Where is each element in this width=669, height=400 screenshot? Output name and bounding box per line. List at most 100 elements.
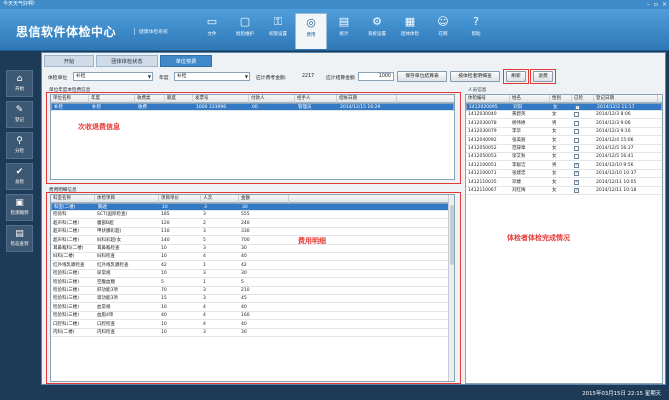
- table-cell: 1412100071: [468, 171, 497, 177]
- done-checkbox[interactable]: ✓: [574, 171, 579, 177]
- done-checkbox[interactable]: [574, 146, 579, 151]
- table-row[interactable]: 1412110067 刘红梅 女 ✓ 2014/12/11 10:18: [466, 187, 662, 195]
- brand-subtitle: 健康体检系统: [134, 28, 168, 35]
- table-cell: 杨伟婷: [512, 120, 526, 126]
- unit-label: 体检单位: [48, 76, 68, 81]
- sidebar-item-label: 总检: [15, 180, 24, 185]
- sidebar-item-register[interactable]: ✎ 登记: [6, 101, 33, 128]
- done-checkbox[interactable]: [574, 129, 579, 135]
- toolbar-label: 团体体检: [401, 32, 419, 37]
- column-header[interactable]: 登记日期: [594, 95, 658, 103]
- table-row[interactable]: 1412030079 李华 女 2014/12/3 9:10: [466, 128, 662, 137]
- table-row[interactable]: 1412040092 张美丽 女 2014/12/4 15:06: [466, 137, 662, 145]
- unit-select-value: 补检: [76, 74, 86, 79]
- total-amount-value: 2217: [302, 74, 315, 79]
- table-cell: 2014/12/4 15:06: [596, 137, 634, 143]
- table-cell: 女: [552, 146, 557, 151]
- column-header[interactable]: 体检编号: [466, 95, 510, 103]
- table-cell: 1412100051: [468, 162, 497, 168]
- table-cell: 女: [552, 137, 557, 143]
- toolbar-lock-button[interactable]: ⚿ 权限设置: [262, 13, 294, 49]
- done-checkbox[interactable]: [574, 120, 579, 126]
- toolbar-label: 费用: [306, 33, 316, 38]
- table-cell: 男: [552, 162, 557, 168]
- table-cell: [572, 153, 594, 161]
- toolbar-gear-button[interactable]: ⚙ 系统设置: [361, 13, 393, 49]
- sidebar-item-report[interactable]: ▣ 检测報到: [6, 194, 33, 221]
- status-datetime: 2015年03月15日 22:15 星期天: [582, 391, 661, 397]
- toolbar-label: 统计: [339, 32, 349, 37]
- highlight-box: [46, 92, 461, 184]
- table-cell: ✓: [572, 170, 594, 178]
- table-row[interactable]: 1412100051 李聪洁 男 ✓ 2014/12/10 9:56: [466, 162, 662, 170]
- toolbar-help-button[interactable]: ? 帮助: [460, 13, 492, 49]
- report-icon: ▣: [15, 198, 24, 208]
- done-checkbox[interactable]: [574, 154, 579, 160]
- table-cell: 女: [552, 129, 557, 135]
- table-cell: ✓: [572, 187, 594, 195]
- sidebar-item-home[interactable]: ⌂ 开始: [6, 70, 33, 97]
- table-cell: 女: [552, 112, 557, 118]
- toolbar-user-button[interactable]: ☺ 在网: [427, 13, 459, 49]
- done-checkbox[interactable]: ✓: [574, 179, 579, 185]
- settle-amount-input[interactable]: 1000: [358, 72, 394, 81]
- monitor-icon: ▢: [239, 15, 251, 28]
- search-icon: ⚲: [16, 136, 23, 146]
- help-icon: ?: [473, 15, 479, 28]
- table-cell: 邓婕: [512, 179, 521, 185]
- save-settlement-button[interactable]: 保存单位结算表: [397, 71, 447, 82]
- table-row[interactable]: 1412020095 刘琪女 ✓ 2014/12/2 11:17: [466, 103, 662, 111]
- chevron-down-icon: ▼: [147, 74, 151, 79]
- toolbar-building-button[interactable]: ▦ 团体体检: [394, 13, 426, 49]
- tab-0[interactable]: 开始: [44, 55, 94, 67]
- done-checkbox[interactable]: ✓: [574, 162, 579, 168]
- maximize-icon[interactable]: ▫: [654, 0, 658, 9]
- column-header[interactable]: 姓名: [510, 95, 550, 103]
- table-cell: [572, 120, 594, 128]
- table-cell: 1412030040: [468, 112, 497, 118]
- minimize-icon[interactable]: –: [647, 0, 650, 9]
- done-checkbox[interactable]: ✓: [574, 188, 579, 193]
- tab-1[interactable]: 团体体检状态: [96, 55, 158, 67]
- done-checkbox[interactable]: ✓: [575, 105, 580, 110]
- table-cell: 邬艾秋: [512, 154, 526, 160]
- close-icon[interactable]: ×: [662, 0, 667, 9]
- year-select[interactable]: 补检 ▼: [174, 72, 250, 81]
- table-cell: [572, 128, 594, 136]
- toolbar-monitor-button[interactable]: ▢ 批检维护: [229, 13, 261, 49]
- table-row[interactable]: 1412110035 邓婕 女 ✓ 2014/12/11 10:05: [466, 179, 662, 187]
- table-row[interactable]: 1412100071 张建忠 女 ✓ 2014/12/10 10:37: [466, 170, 662, 179]
- filter-bar: 体检单位 补检 ▼ 年度 补检 ▼ 应计费考金额: 2217 应计结算金额 10…: [46, 69, 661, 85]
- left-sidebar: ⌂ 开始 ✎ 登记 ⚲ 分检 ✔ 总检 ▣ 检测報到 ▤ 检态查到: [0, 52, 38, 400]
- table-cell: 2014/12/11 10:18: [596, 188, 637, 193]
- sidebar-item-status[interactable]: ▤ 检态查到: [6, 225, 33, 252]
- done-checkbox[interactable]: [574, 137, 579, 143]
- highlight-box: [503, 69, 529, 84]
- table-row[interactable]: 1412050052 范辞章 女 2014/12/5 16:37: [466, 145, 662, 153]
- tab-2[interactable]: 单位核费: [160, 55, 212, 67]
- sidebar-item-check[interactable]: ✔ 总检: [6, 163, 33, 190]
- unit-select[interactable]: 补检 ▼: [73, 72, 153, 81]
- done-checkbox[interactable]: [574, 112, 579, 118]
- column-header[interactable]: 已检: [572, 95, 594, 103]
- table-row[interactable]: 1412030078 杨伟婷 男 2014/12/3 9:06: [466, 120, 662, 128]
- year-label: 年度: [159, 76, 169, 81]
- user-icon: ☺: [437, 15, 449, 28]
- table-row[interactable]: 1412050053 邬艾秋 女 2014/12/5 16:41: [466, 153, 662, 162]
- table-cell: 2014/12/5 16:41: [596, 154, 634, 160]
- sidebar-item-search[interactable]: ⚲ 分检: [6, 132, 33, 159]
- column-header[interactable]: 性别: [550, 95, 572, 103]
- highlight-box: [530, 69, 556, 84]
- toolbar-chart-button[interactable]: ▤ 统计: [328, 13, 360, 49]
- toolbar-file-button[interactable]: ▭ 文件: [196, 13, 228, 49]
- table-cell: 1412030078: [468, 120, 497, 126]
- query-by-person-button[interactable]: 按体检者明细查: [450, 71, 500, 82]
- table-cell: [572, 145, 594, 153]
- toolbar-money-button[interactable]: ◎ 费用: [295, 13, 327, 49]
- table-cell: 1412050052: [468, 146, 497, 151]
- table-cell: ✓: [572, 162, 594, 170]
- window-controls: – ▫ ×: [647, 0, 667, 9]
- table-cell: [572, 137, 594, 145]
- table-row[interactable]: 1412030040 黄碧英 女 2014/12/3 8:06: [466, 111, 662, 120]
- people-annotation: 体检者体检完成情况: [507, 234, 570, 242]
